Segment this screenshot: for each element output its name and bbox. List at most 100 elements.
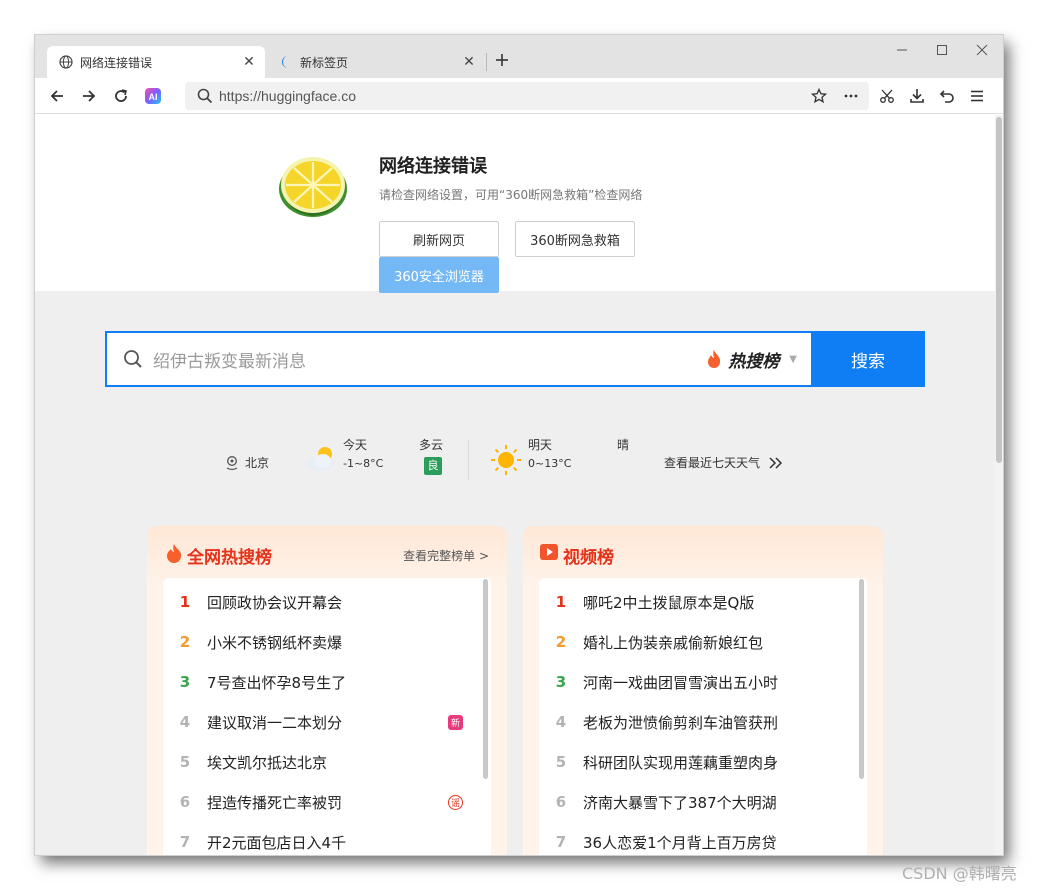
minimize-icon — [897, 49, 907, 51]
item-title: 婚礼上伪装亲戚偷新娘红包 — [583, 633, 764, 652]
caret-down-icon: ▼ — [789, 353, 797, 365]
list-item[interactable]: 2 小米不锈钢纸杯卖爆 — [163, 622, 463, 662]
forecast-link[interactable]: 查看最近七天天气 — [664, 454, 784, 471]
today-condition: 多云 — [419, 438, 444, 452]
more-button[interactable] — [838, 83, 864, 109]
back-button[interactable] — [44, 83, 70, 109]
browser-window: 网络连接错误 ✕ 新标签页 ✕ AI https://huggingface.c… — [35, 35, 1003, 855]
plus-icon — [496, 54, 508, 66]
item-title: 河南一戏曲团冒雪演出五小时 — [583, 673, 779, 692]
city-name: 北京 — [245, 456, 270, 470]
tab-active[interactable]: 网络连接错误 ✕ — [47, 46, 265, 78]
list-item[interactable]: 3 河南一戏曲团冒雪演出五小时 — [539, 662, 839, 702]
list-scrollbar[interactable] — [859, 579, 864, 779]
new-badge-icon: 新 — [448, 714, 463, 730]
ellipsis-icon — [844, 94, 858, 98]
weather-divider — [468, 440, 469, 480]
screenshot-button[interactable] — [874, 83, 900, 109]
refresh-button[interactable]: 刷新网页 — [379, 221, 499, 257]
location[interactable]: 北京 — [225, 454, 269, 471]
close-icon[interactable]: ✕ — [239, 52, 259, 72]
watermark: CSDN @韩曙亮 — [902, 864, 1017, 883]
maximize-icon — [937, 45, 947, 55]
list-item[interactable]: 4 老板为泄愤偷剪刹车油管获刑 — [539, 702, 839, 742]
search-icon — [113, 349, 153, 369]
undo-close-button[interactable] — [934, 83, 960, 109]
svg-text:AI: AI — [149, 92, 158, 102]
rank-number: 6 — [555, 793, 567, 811]
tab-title: 网络连接错误 — [80, 55, 153, 70]
video-play-icon — [540, 544, 558, 560]
list-item[interactable]: 5 科研团队实现用莲藕重塑肉身 — [539, 742, 839, 782]
error-panel: 网络连接错误 请检查网络设置，可用“360断网急救箱”检查网络 刷新网页 360… — [35, 115, 995, 293]
navigation-toolbar: AI https://huggingface.co — [35, 78, 1003, 114]
rank-number: 7 — [179, 833, 191, 851]
rank-number: 2 — [555, 633, 567, 651]
list-item[interactable]: 6 济南大暴雪下了387个大明湖 — [539, 782, 839, 822]
flame-icon — [167, 544, 182, 563]
download-button[interactable] — [904, 83, 930, 109]
hot-list: 1 回顾政协会议开幕会 2 小米不锈钢纸杯卖爆 3 7号查出怀孕8号生了 4 建议取消一二本划… — [163, 578, 491, 855]
list-item[interactable]: 7 36人恋爱1个月背上百万房贷 — [539, 822, 839, 855]
hot-search-dropdown[interactable]: 热搜榜 ▼ — [706, 347, 797, 372]
rank-number: 3 — [555, 673, 567, 691]
browser-link-button[interactable]: 360安全浏览器 — [379, 257, 499, 293]
close-icon — [976, 44, 988, 56]
reload-button[interactable] — [108, 83, 134, 109]
maximize-button[interactable] — [923, 39, 961, 61]
rank-number: 7 — [555, 833, 567, 851]
rank-number: 5 — [179, 753, 191, 771]
air-quality-badge: 良 — [424, 457, 442, 475]
star-icon — [811, 88, 827, 104]
today-label: 今天 — [343, 438, 368, 452]
arrow-right-icon — [83, 90, 96, 102]
menu-button[interactable] — [964, 83, 990, 109]
error-title: 网络连接错误 — [379, 156, 487, 177]
ai-icon: AI — [145, 88, 161, 104]
list-item[interactable]: 7 开2元面包店日入4千 — [163, 822, 463, 855]
hot-list-title: 全网热搜榜 — [187, 548, 272, 568]
page-content: 网络连接错误 请检查网络设置，可用“360断网急救箱”检查网络 刷新网页 360… — [35, 115, 1003, 855]
ai-assistant-button[interactable]: AI — [140, 83, 166, 109]
tomorrow-label: 明天 — [528, 438, 553, 452]
list-item[interactable]: 1 哪吒2中土拨鼠原本是Q版 — [539, 582, 839, 622]
close-icon[interactable]: ✕ — [459, 52, 479, 72]
list-item[interactable]: 4 建议取消一二本划分 新 — [163, 702, 463, 742]
page-scrollbar-thumb[interactable] — [996, 117, 1002, 463]
scissors-icon — [880, 89, 894, 103]
forward-button[interactable] — [76, 83, 102, 109]
hot-list-more-link[interactable]: 查看完整榜单 > — [403, 547, 489, 564]
tab-new-tab[interactable]: 新标签页 ✕ — [267, 46, 485, 78]
cloudy-icon — [305, 444, 337, 477]
item-title: 回顾政协会议开幕会 — [207, 593, 343, 612]
item-title: 科研团队实现用莲藕重塑肉身 — [583, 753, 779, 772]
arrow-left-icon — [50, 90, 63, 102]
list-item[interactable]: 5 埃文凯尔抵达北京 — [163, 742, 463, 782]
network-rescue-button[interactable]: 360断网急救箱 — [515, 221, 635, 257]
close-window-button[interactable] — [963, 39, 1001, 61]
moon-icon — [278, 54, 294, 70]
rank-number: 6 — [179, 793, 191, 811]
double-chevron-right-icon — [769, 456, 783, 469]
address-url[interactable]: https://huggingface.co — [219, 88, 356, 104]
item-title: 济南大暴雪下了387个大明湖 — [583, 793, 777, 812]
item-title: 建议取消一二本划分 — [207, 713, 343, 732]
list-item[interactable]: 3 7号查出怀孕8号生了 — [163, 662, 463, 702]
search-input[interactable]: 绍伊古叛变最新消息 — [153, 347, 706, 372]
search-button[interactable]: 搜索 — [811, 331, 925, 387]
video-list-title: 视频榜 — [563, 548, 614, 568]
list-item[interactable]: 6 捏造传播死亡率被罚 谣 — [163, 782, 463, 822]
list-item[interactable]: 1 回顾政协会议开幕会 — [163, 582, 463, 622]
item-title: 捏造传播死亡率被罚 — [207, 793, 343, 812]
bookmark-button[interactable] — [806, 83, 832, 109]
address-bar[interactable]: https://huggingface.co — [185, 82, 869, 110]
new-tab-button[interactable] — [491, 49, 513, 71]
list-scrollbar[interactable] — [483, 579, 488, 779]
rank-number: 3 — [179, 673, 191, 691]
rank-number: 4 — [179, 713, 191, 731]
list-item[interactable]: 2 婚礼上伪装亲戚偷新娘红包 — [539, 622, 839, 662]
hamburger-icon — [971, 90, 983, 102]
tab-strip: 网络连接错误 ✕ 新标签页 ✕ — [35, 35, 1003, 78]
minimize-button[interactable] — [883, 39, 921, 61]
rank-number: 5 — [555, 753, 567, 771]
